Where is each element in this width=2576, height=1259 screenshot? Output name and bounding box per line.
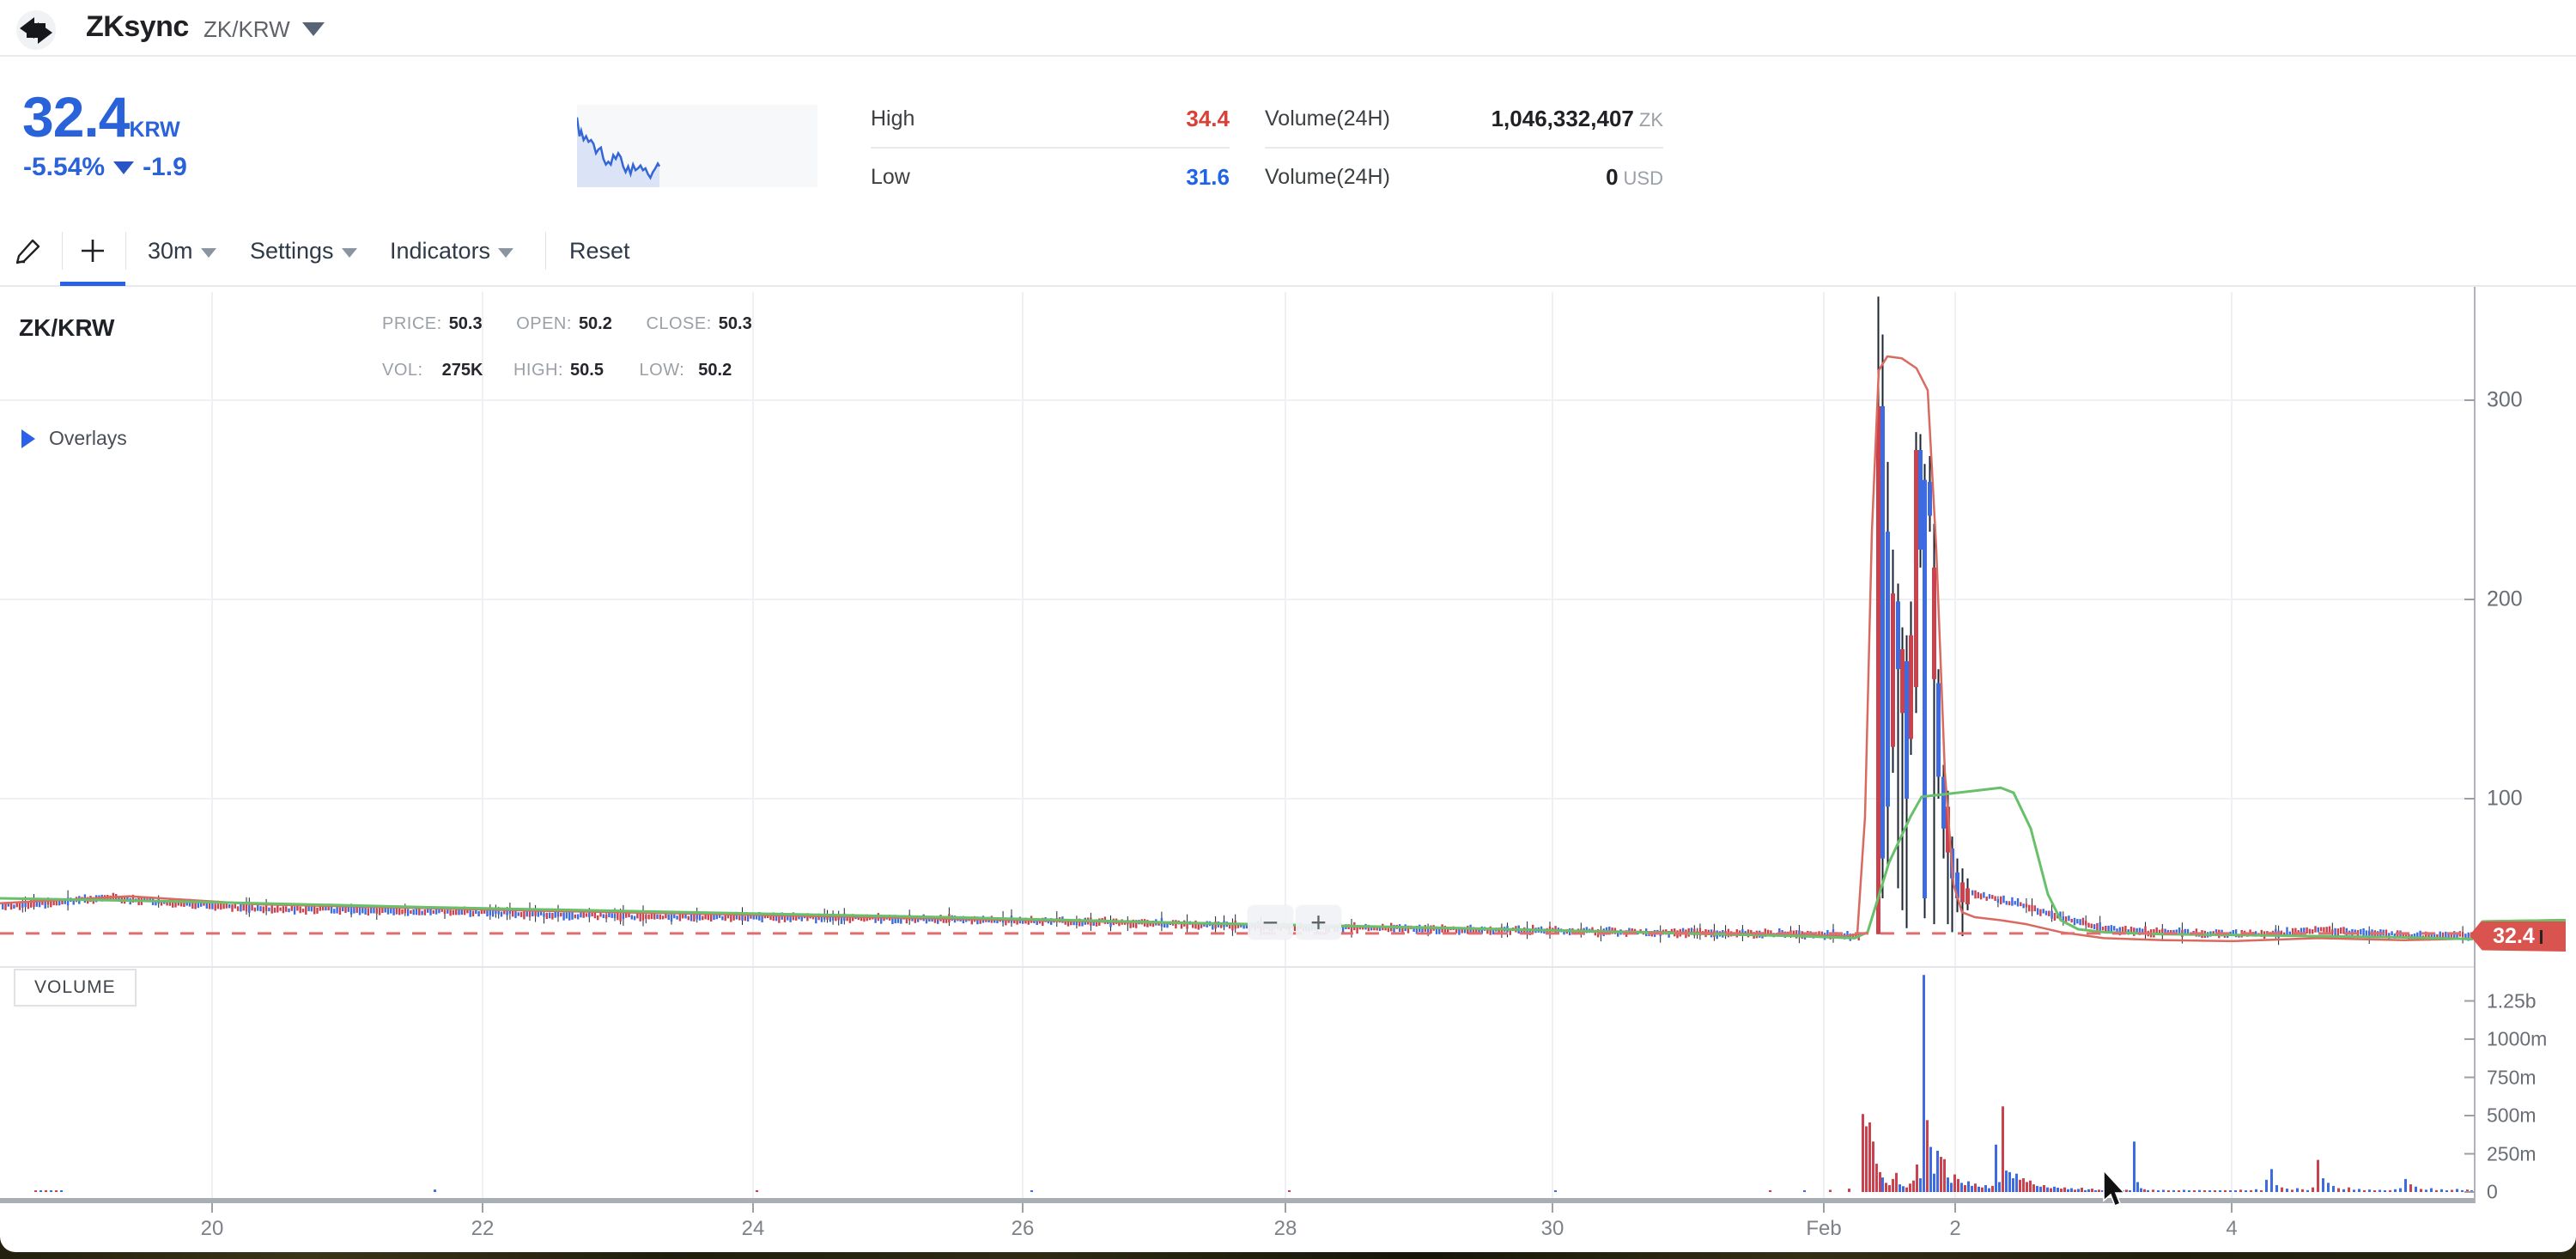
volume-usd-row: Volume(24H) 0USD	[1265, 149, 1663, 205]
pair-subtitle: ZK/KRW	[204, 16, 290, 43]
volume-usd-label: Volume(24H)	[1265, 165, 1390, 190]
reset-button[interactable]: Reset	[569, 216, 630, 285]
high-label: High	[871, 106, 914, 131]
high-row: High 34.4	[871, 90, 1230, 147]
volume-pane-badge: VOLUME	[14, 969, 137, 1007]
last-price-tag: 32.4	[2470, 919, 2566, 952]
vol-value: 275K	[442, 361, 483, 380]
high-value: 34.4	[1186, 106, 1230, 132]
low-value: 50.2	[698, 361, 732, 380]
volume-axis-tick-750m: 750m	[2487, 1066, 2537, 1089]
divider	[125, 232, 126, 270]
x-axis-tick-4: 4	[2226, 1217, 2237, 1241]
x-axis-tick-Feb: Feb	[1806, 1217, 1841, 1241]
settings-label: Settings	[250, 238, 334, 265]
header: ZKsync ZK/KRW	[0, 0, 2576, 57]
volume-axis-tick-1.25b: 1.25b	[2487, 989, 2537, 1013]
x-axis-tick-20: 20	[201, 1217, 224, 1241]
divider	[545, 232, 546, 270]
volume-usd-unit: USD	[1624, 167, 1663, 189]
play-triangle-icon	[21, 429, 35, 448]
app-window: ZKsync ZK/KRW 32.4KRW -5.54% -1.9 High 3…	[0, 0, 2576, 1252]
volume-panel: Volume(24H) 1,046,332,407ZK Volume(24H) …	[1265, 90, 1663, 204]
vol-label: VOL:	[382, 361, 423, 380]
mini-sparkline	[577, 105, 817, 187]
interval-dropdown[interactable]: 30m	[148, 216, 216, 285]
price-label: PRICE:	[382, 314, 442, 333]
close-label: CLOSE:	[646, 314, 711, 333]
indicators-dropdown[interactable]: Indicators	[390, 216, 513, 285]
change-value: -1.9	[143, 153, 187, 182]
chevron-down-icon	[498, 248, 513, 258]
price-change: -5.54% -1.9	[23, 153, 187, 182]
price-axis-tick-100: 100	[2487, 787, 2523, 812]
candlestick-chart[interactable]	[0, 287, 2576, 1252]
draw-tool-button[interactable]	[14, 216, 43, 285]
x-axis-tick-2: 2	[1949, 1217, 1960, 1241]
indicators-label: Indicators	[390, 238, 490, 265]
zoom-out-button[interactable]: −	[1248, 905, 1293, 940]
divider	[62, 232, 63, 270]
volume-zk-label: Volume(24H)	[1265, 106, 1390, 131]
low-row: Low 31.6	[871, 149, 1230, 205]
open-value: 50.2	[579, 314, 612, 333]
chart-toolbar: 30m Settings Indicators Reset	[0, 216, 2576, 287]
volume-axis-tick-500m: 500m	[2487, 1104, 2537, 1128]
active-tab-indicator	[60, 282, 125, 286]
tag-tick-icon	[2540, 930, 2543, 944]
volume-zk-unit: ZK	[1639, 109, 1663, 131]
volume-zk-row: Volume(24H) 1,046,332,407ZK	[1265, 90, 1663, 147]
ohlc-row-2: VOL: 275K HIGH: 50.5 LOW: 50.2	[382, 361, 732, 380]
add-indicator-button[interactable]	[79, 216, 106, 285]
volume-usd-value: 0USD	[1606, 164, 1663, 191]
price-axis-tick-200: 200	[2487, 587, 2523, 612]
low-label: Low	[871, 165, 910, 190]
last-price: 32.4KRW	[22, 84, 180, 149]
chart-area[interactable]: ZK/KRW PRICE: 50.3 OPEN: 50.2 CLOSE: 50.3 V…	[0, 287, 2576, 1252]
close-value: 50.3	[719, 314, 752, 333]
pencil-icon	[14, 236, 43, 265]
price-value: 50.3	[449, 314, 483, 333]
price-currency: KRW	[129, 118, 179, 142]
volume-axis-tick-1000m: 1000m	[2487, 1028, 2547, 1051]
chevron-down-icon	[342, 248, 357, 258]
page-title: ZKsync	[86, 10, 189, 44]
volume-axis-tick-250m: 250m	[2487, 1142, 2537, 1165]
legend-pair: ZK/KRW	[19, 314, 114, 342]
change-percent: -5.54%	[23, 153, 105, 182]
x-axis-tick-30: 30	[1541, 1217, 1564, 1241]
price-axis-tick-300: 300	[2487, 388, 2523, 413]
volume-axis-tick-0: 0	[2487, 1181, 2498, 1204]
plus-icon	[79, 237, 106, 265]
ohlc-row-1: PRICE: 50.3 OPEN: 50.2 CLOSE: 50.3	[382, 314, 752, 334]
volume-zk-value: 1,046,332,407ZK	[1492, 106, 1663, 132]
open-label: OPEN:	[516, 314, 572, 333]
high-label: HIGH:	[513, 361, 563, 380]
high-value: 50.5	[570, 361, 604, 380]
interval-label: 30m	[148, 238, 193, 265]
x-axis-tick-26: 26	[1012, 1217, 1035, 1241]
zoom-in-button[interactable]: +	[1296, 905, 1341, 940]
settings-dropdown[interactable]: Settings	[250, 216, 357, 285]
low-value: 31.6	[1186, 164, 1230, 191]
zksync-logo-icon	[16, 10, 56, 50]
zoom-controls: − +	[1248, 905, 1341, 940]
mouse-cursor-icon	[2102, 1170, 2131, 1207]
x-axis-tick-22: 22	[471, 1217, 495, 1241]
chevron-down-icon	[201, 248, 216, 258]
x-axis-tick-28: 28	[1274, 1217, 1297, 1241]
high-low-panel: High 34.4 Low 31.6	[871, 90, 1230, 204]
market-dropdown-caret-icon[interactable]	[302, 22, 325, 36]
down-caret-icon	[113, 161, 134, 174]
overlays-toggle[interactable]: Overlays	[21, 427, 127, 450]
x-axis-tick-24: 24	[742, 1217, 765, 1241]
reset-label: Reset	[569, 238, 630, 265]
chart-legend: ZK/KRW PRICE:50.3 OPEN:50.2 CLOSE:50.3 V…	[19, 314, 114, 342]
overlays-label: Overlays	[49, 427, 127, 450]
low-label: LOW:	[640, 361, 685, 380]
